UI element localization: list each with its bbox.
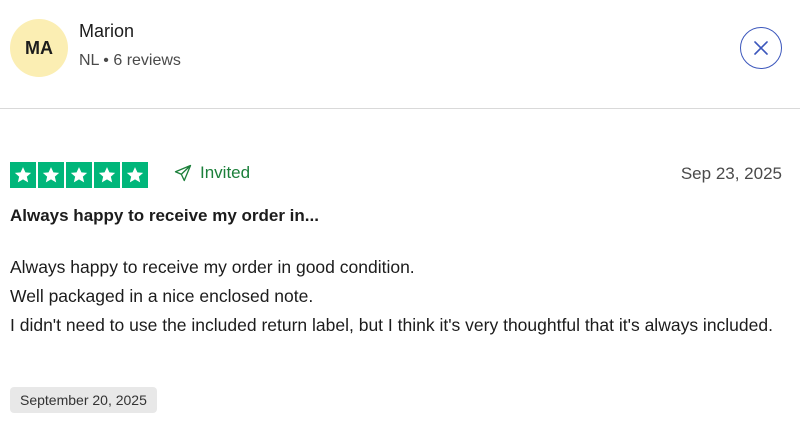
star-icon: [10, 162, 36, 188]
review-body-line: Always happy to receive my order in good…: [10, 257, 415, 277]
star-rating: [10, 162, 148, 188]
avatar: MA: [10, 19, 68, 77]
reviewer-name[interactable]: Marion: [79, 21, 134, 42]
star-icon: [66, 162, 92, 188]
review-body-line: I didn't need to use the included return…: [10, 315, 773, 335]
star-icon: [122, 162, 148, 188]
star-icon: [38, 162, 64, 188]
invited-label: Invited: [200, 163, 251, 182]
paper-plane-icon: [174, 164, 192, 182]
avatar-initials: MA: [25, 37, 53, 58]
review-title: Always happy to receive my order in...: [10, 206, 319, 225]
close-icon: [754, 41, 768, 55]
review-body-line: Well packaged in a nice enclosed note.: [10, 286, 314, 306]
star-icon: [94, 162, 120, 188]
invited-badge[interactable]: Invited: [173, 163, 250, 183]
reviewer-header: MA Marion NL • 6 reviews: [0, 0, 800, 109]
review-date: Sep 23, 2025: [680, 164, 782, 183]
review-body: Always happy to receive my order in good…: [10, 253, 780, 340]
experience-date: September 20, 2025: [20, 392, 147, 408]
close-button[interactable]: [740, 27, 782, 69]
experience-date-badge: September 20, 2025: [10, 387, 157, 413]
reviewer-meta: NL • 6 reviews: [79, 52, 181, 69]
